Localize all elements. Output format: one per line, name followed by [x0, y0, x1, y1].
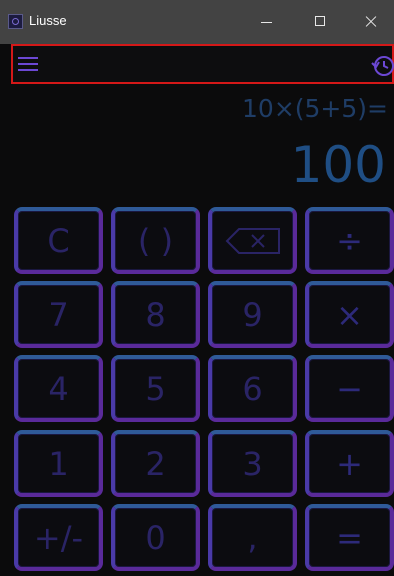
app-bar — [11, 44, 394, 84]
digit-4-button[interactable]: 4 — [14, 355, 103, 422]
digit-9-button[interactable]: 9 — [208, 281, 297, 348]
history-icon[interactable] — [370, 52, 394, 78]
clear-button[interactable]: C — [14, 207, 103, 274]
subtract-button[interactable]: − — [305, 355, 394, 422]
parentheses-button[interactable]: ( ) — [111, 207, 200, 274]
digit-label: 4 — [48, 369, 69, 408]
digit-label: 0 — [145, 518, 166, 557]
digit-8-button[interactable]: 8 — [111, 281, 200, 348]
digit-label: 6 — [242, 369, 263, 408]
digit-label: 5 — [145, 369, 166, 408]
digit-label: 2 — [145, 444, 166, 483]
digit-label: 9 — [242, 295, 263, 334]
backspace-icon — [225, 227, 280, 254]
add-label: + — [336, 444, 363, 483]
hamburger-menu-icon[interactable] — [18, 54, 40, 74]
negate-button[interactable]: +/- — [14, 504, 103, 571]
digit-7-button[interactable]: 7 — [14, 281, 103, 348]
digit-label: 1 — [48, 444, 69, 483]
window-title: Liusse — [29, 13, 67, 28]
keypad: C ( ) ÷ 7 8 9 × 4 5 6 − 1 2 3 + +/- 0 , … — [14, 207, 394, 576]
add-button[interactable]: + — [305, 430, 394, 497]
clear-label: C — [47, 221, 70, 260]
decimal-label: , — [247, 518, 258, 557]
title-bar: Liusse — [0, 0, 394, 44]
negate-label: +/- — [33, 518, 84, 557]
close-button[interactable] — [348, 0, 394, 44]
digit-label: 7 — [48, 295, 69, 334]
digit-label: 3 — [242, 444, 263, 483]
expression-display: 10×(5+5)= — [242, 94, 388, 123]
divide-label: ÷ — [336, 221, 363, 260]
result-display: 100 — [290, 136, 386, 194]
maximize-button[interactable] — [298, 0, 344, 44]
app-logo-icon — [8, 14, 23, 29]
digit-1-button[interactable]: 1 — [14, 430, 103, 497]
digit-label: 8 — [145, 295, 166, 334]
divide-button[interactable]: ÷ — [305, 207, 394, 274]
digit-5-button[interactable]: 5 — [111, 355, 200, 422]
equals-button[interactable]: = — [305, 504, 394, 571]
decimal-button[interactable]: , — [208, 504, 297, 571]
digit-6-button[interactable]: 6 — [208, 355, 297, 422]
subtract-label: − — [336, 369, 363, 408]
digit-0-button[interactable]: 0 — [111, 504, 200, 571]
equals-label: = — [336, 518, 363, 557]
backspace-button[interactable] — [208, 207, 297, 274]
digit-2-button[interactable]: 2 — [111, 430, 200, 497]
multiply-label: × — [336, 295, 363, 334]
minimize-button[interactable] — [244, 0, 290, 44]
multiply-button[interactable]: × — [305, 281, 394, 348]
digit-3-button[interactable]: 3 — [208, 430, 297, 497]
calculator-window: Liusse 10×(5+5)= 100 C ( ) ÷ 7 8 9 × 4 5… — [0, 0, 394, 576]
parentheses-label: ( ) — [137, 221, 174, 260]
